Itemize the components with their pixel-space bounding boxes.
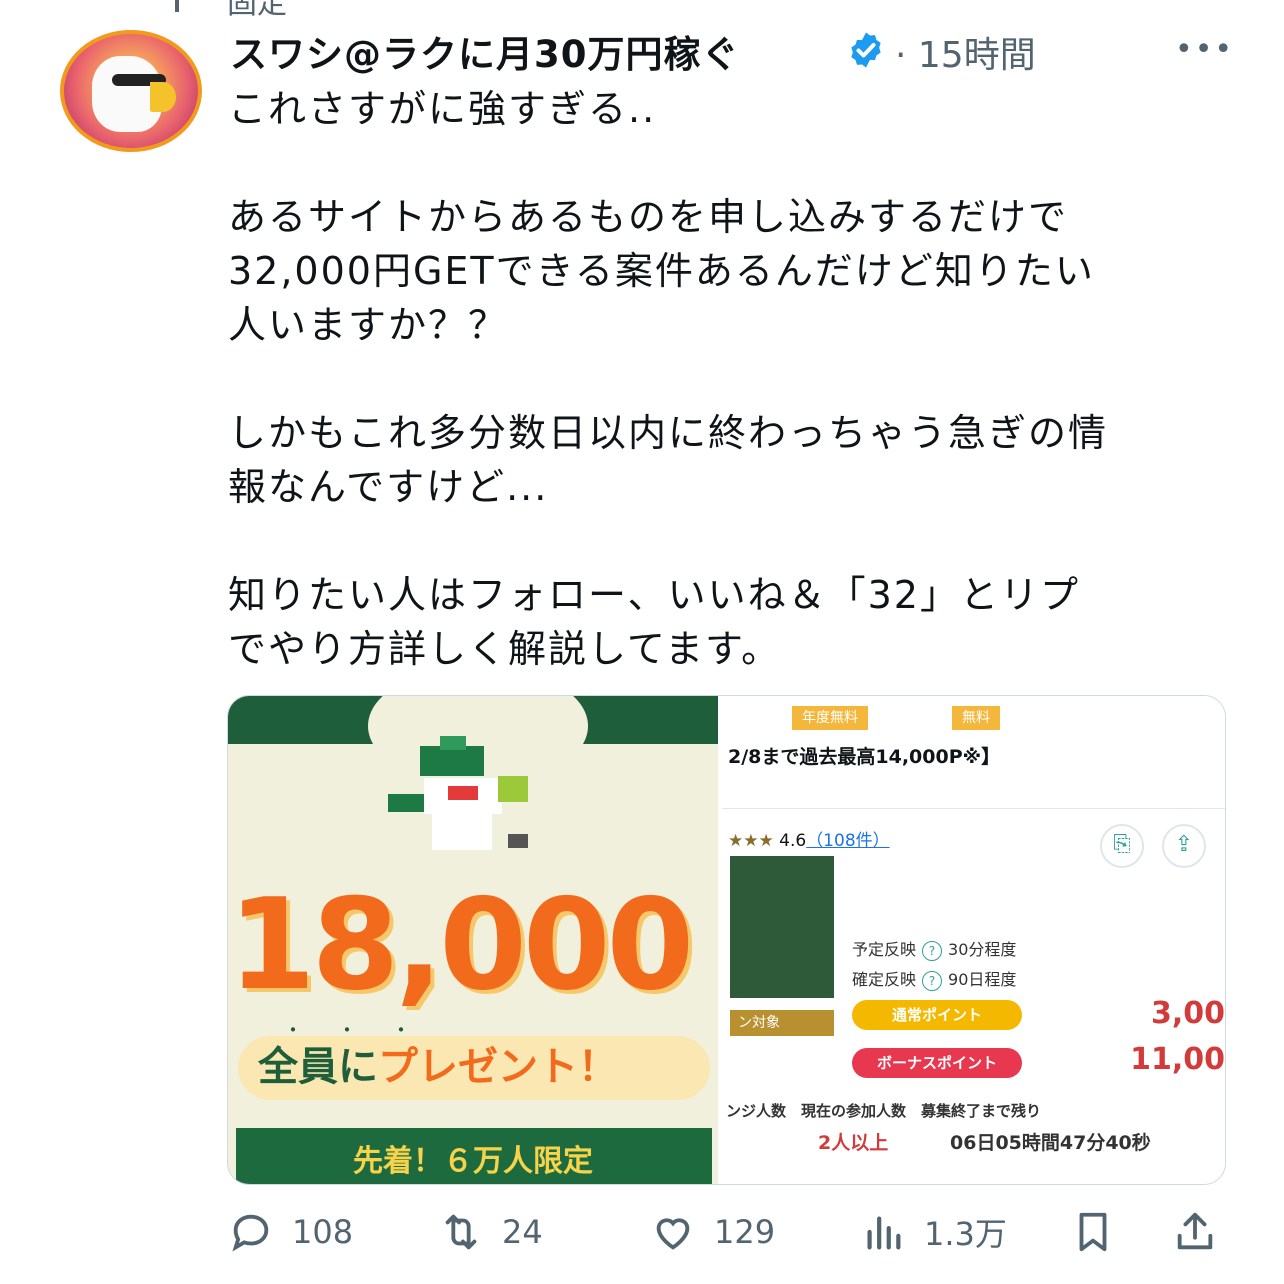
tweet-paragraph: あるサイトからあるものを申し込みするだけで 32,000円GETできる案件あるん… bbox=[228, 195, 1095, 347]
eagle-beak bbox=[150, 82, 176, 112]
media-grid: 18,000 ・・・ 全員にプレゼント！ 先着！６万人限定 年度無料 無料 2/… bbox=[227, 695, 1226, 1185]
mosaic-mascot bbox=[388, 736, 538, 856]
timestamp[interactable]: · 15時間 bbox=[895, 26, 1036, 78]
remaining-time: 06日05時間47分40秒 bbox=[950, 1132, 1151, 1154]
promo-image-left[interactable]: 18,000 ・・・ 全員にプレゼント！ 先着！６万人限定 bbox=[228, 696, 718, 1184]
tweet-paragraph: しかもこれ多分数日以内に終わっちゃう急ぎの情 報なんですけど... bbox=[228, 411, 1109, 509]
avatar[interactable] bbox=[60, 30, 202, 152]
share-icon: ⇪ bbox=[1162, 824, 1206, 868]
reply-icon bbox=[232, 1214, 269, 1252]
rating: ★★★ 4.6（108件） bbox=[728, 826, 890, 851]
tag: 無料 bbox=[952, 706, 1000, 730]
reply-count: 108 bbox=[292, 1213, 354, 1251]
verified-badge-icon bbox=[851, 32, 881, 68]
views-count: 1.3万 bbox=[924, 1215, 1007, 1253]
row-label: 確定反映 bbox=[852, 970, 917, 989]
normal-point-value: 3,00 bbox=[1150, 996, 1225, 1031]
share-button[interactable] bbox=[1172, 1200, 1218, 1264]
row-value: 90日程度 bbox=[948, 970, 1017, 989]
share-icon bbox=[1177, 1212, 1213, 1250]
tag-row: 年度無料 無料 bbox=[732, 706, 1112, 730]
review-count: （108件） bbox=[806, 831, 890, 851]
present-part1: 全員に bbox=[258, 1044, 378, 1090]
product-thumbnail bbox=[730, 856, 834, 998]
amount-text: 18,000 bbox=[228, 871, 694, 1018]
reply-button[interactable]: 108 bbox=[228, 1200, 353, 1264]
retweet-count: 24 bbox=[502, 1213, 543, 1251]
tweet-paragraph: これさすがに強すぎる.. bbox=[228, 87, 657, 131]
target-label: ン対象 bbox=[730, 1010, 834, 1036]
promo-image-right[interactable]: 年度無料 無料 2/8まで過去最高14,000P※】 ★★★ 4.6（108件）… bbox=[722, 696, 1225, 1184]
present-text: 全員にプレゼント！ bbox=[258, 1034, 618, 1092]
like-count: 129 bbox=[714, 1213, 776, 1251]
ribbon-text: 先着！６万人限定 bbox=[353, 1144, 593, 1179]
help-icon: ? bbox=[922, 941, 943, 961]
help-icon: ? bbox=[922, 971, 943, 991]
bar-chart-icon bbox=[867, 1216, 901, 1250]
offer-headline: 2/8まで過去最高14,000P※】 bbox=[728, 746, 1001, 768]
current-participants: 2人以上 bbox=[818, 1132, 889, 1154]
divider bbox=[722, 808, 1225, 809]
reflect-row: 予定反映? 30分程度 bbox=[852, 936, 1016, 961]
confirm-row: 確定反映? 90日程度 bbox=[852, 966, 1016, 991]
views-button[interactable]: 1.3万 bbox=[860, 1200, 1007, 1264]
tweet-text: これさすがに強すぎる.. あるサイトからあるものを申し込みするだけで 32,00… bbox=[228, 82, 1238, 676]
timestamp-text: 15時間 bbox=[917, 35, 1036, 76]
like-button[interactable]: 129 bbox=[650, 1200, 775, 1264]
normal-point-badge: 通常ポイント bbox=[852, 1000, 1022, 1030]
bonus-point-value: 11,00 bbox=[1130, 1042, 1225, 1077]
star-icon: ★★★ bbox=[728, 831, 774, 851]
rating-value: 4.6 bbox=[779, 831, 807, 851]
more-options-icon[interactable]: ••• bbox=[1175, 32, 1234, 67]
present-part2: プレゼント！ bbox=[378, 1044, 618, 1090]
display-name[interactable]: スワシ@ラクに月30万円稼ぐ bbox=[230, 24, 740, 78]
action-bar: 108 24 129 1.3万 bbox=[0, 1200, 1284, 1264]
retweet-button[interactable]: 24 bbox=[438, 1200, 543, 1264]
pin-icon bbox=[175, 0, 179, 12]
tweet-paragraph: 知りたい人はフォロー、いいね＆「32」とリプ でやり方詳しく解説してます。 bbox=[228, 573, 1080, 671]
bookmark-button[interactable] bbox=[1070, 1200, 1116, 1264]
bookmark-icon bbox=[1079, 1212, 1107, 1252]
row-label: 予定反映 bbox=[852, 940, 917, 959]
bonus-point-badge: ボーナスポイント bbox=[852, 1048, 1022, 1078]
heart-icon bbox=[656, 1218, 690, 1250]
stats-labels: ンジ人数 現在の参加人数 募集終了まで残り bbox=[726, 1102, 1042, 1120]
tag: 年度無料 bbox=[792, 706, 868, 730]
retweet-icon bbox=[445, 1214, 477, 1250]
bookmark-icon: ⎘ bbox=[1100, 824, 1144, 868]
row-value: 30分程度 bbox=[948, 940, 1017, 959]
pinned-label: 固定 bbox=[227, 0, 287, 21]
